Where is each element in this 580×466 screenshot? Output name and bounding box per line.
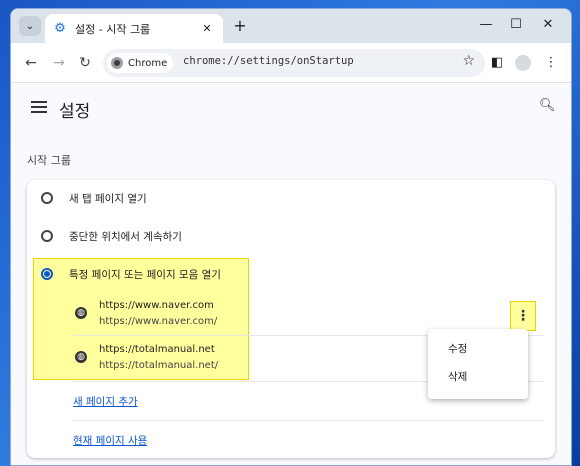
divider [73,420,543,421]
tab-settings[interactable]: ⚙ 설정 - 시작 그룹 ✕ [45,14,223,43]
browser-toolbar: ← → ↻ Chrome chrome://settings/onStartup… [11,43,571,83]
globe-icon: ◍ [75,307,87,319]
option-new-tab[interactable]: 새 탭 페이지 열기 [27,180,555,216]
close-window-button[interactable]: ✕ [533,15,563,35]
settings-page: 설정 🔍︎ 시작 그룹 새 탭 페이지 열기 중단한 위치에서 계속하기 특정 … [11,84,571,465]
settings-header: 설정 🔍︎ [11,84,571,132]
section-title: 시작 그룹 [27,154,71,167]
chrome-logo-icon [111,57,123,69]
more-actions-button[interactable]: ⋮ [510,301,536,331]
use-current-pages-link[interactable]: 현재 페이지 사용 [73,433,147,448]
radio-button-checked[interactable] [41,268,53,280]
chevron-down-icon: ⌄ [25,20,35,32]
menu-icon[interactable] [31,98,47,114]
side-panel-icon[interactable]: ◧ [487,53,507,73]
site-name: https://totalmanual.net [99,344,215,355]
new-tab-button[interactable]: + [231,17,249,35]
forward-arrow-icon[interactable]: → [49,53,69,73]
tab-search-button[interactable]: ⌄ [19,16,41,36]
radio-button[interactable] [41,230,53,242]
delete-menu-item[interactable]: 삭제 [428,363,528,391]
tab-title: 설정 - 시작 그룹 [75,22,151,36]
site-url: https://www.naver.com/ [99,316,218,327]
option-specific-pages[interactable]: 특정 페이지 또는 페이지 모음 열기 [27,256,555,292]
gear-icon: ⚙ [54,20,66,36]
add-page-link[interactable]: 새 페이지 추가 [73,394,138,409]
chip-label: Chrome [128,57,168,69]
option-continue[interactable]: 중단한 위치에서 계속하기 [27,218,555,254]
kebab-menu-icon[interactable]: ⋮ [541,53,561,73]
context-menu: 수정 삭제 [428,329,528,399]
tab-strip: ⌄ ⚙ 설정 - 시작 그룹 ✕ + — ☐ ✕ [11,9,571,43]
close-tab-icon[interactable]: ✕ [199,21,215,37]
url-text[interactable]: chrome://settings/onStartup [183,55,354,67]
maximize-button[interactable]: ☐ [501,15,531,35]
site-name: https://www.naver.com [99,300,214,311]
profile-avatar[interactable] [515,55,531,71]
address-bar[interactable]: Chrome chrome://settings/onStartup ☆ [103,49,485,77]
site-info-chip[interactable]: Chrome [107,53,174,73]
search-icon[interactable]: 🔍︎ [539,98,556,114]
edit-menu-item[interactable]: 수정 [428,335,528,363]
page-title: 설정 [59,102,91,122]
minimize-button[interactable]: — [471,15,501,35]
startup-card: 새 탭 페이지 열기 중단한 위치에서 계속하기 특정 페이지 또는 페이지 모… [27,180,555,458]
reload-icon[interactable]: ↻ [75,53,95,73]
option-label: 새 탭 페이지 열기 [69,192,147,205]
option-label: 특정 페이지 또는 페이지 모음 열기 [69,268,221,281]
globe-icon: ◍ [75,351,87,363]
back-arrow-icon[interactable]: ← [21,53,41,73]
site-url: https://totalmanual.net/ [99,360,219,371]
option-label: 중단한 위치에서 계속하기 [69,230,182,243]
radio-button[interactable] [41,192,53,204]
bookmark-star-icon[interactable]: ☆ [462,53,475,69]
